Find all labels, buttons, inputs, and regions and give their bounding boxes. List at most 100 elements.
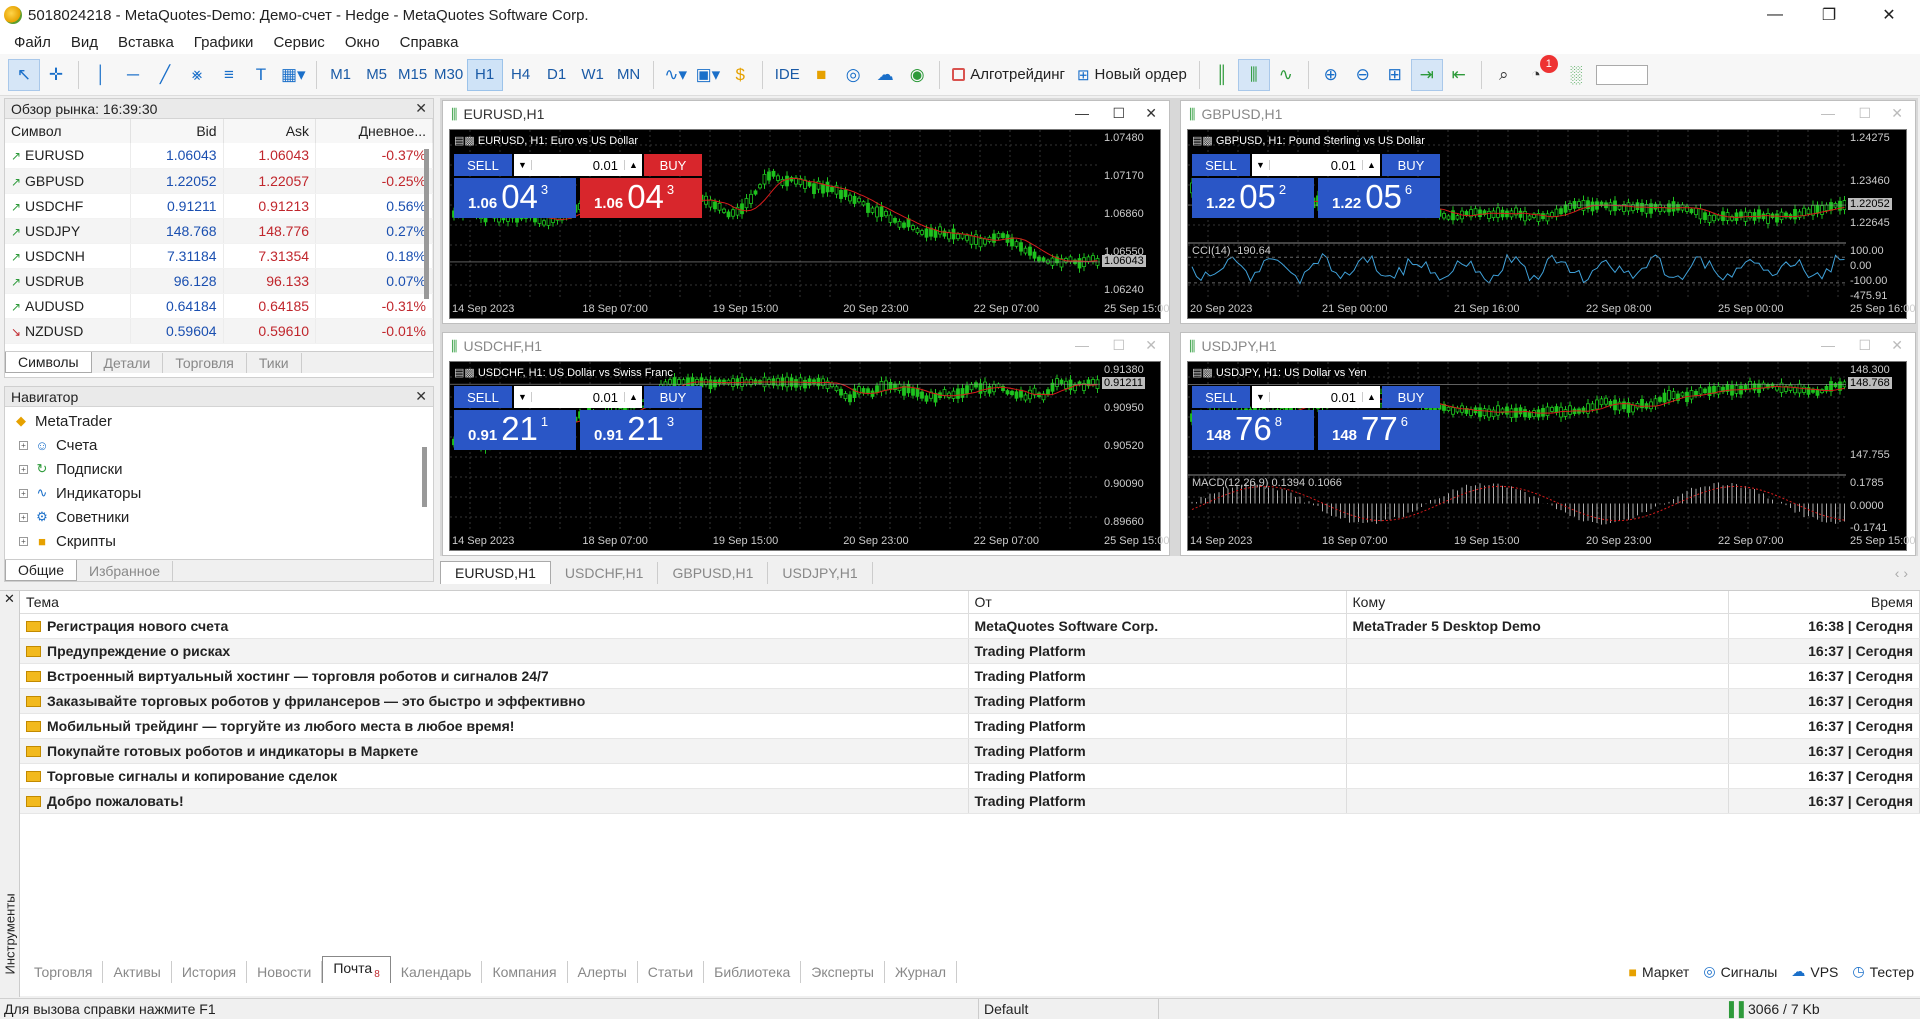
bar-chart-icon[interactable]: ║	[1206, 59, 1238, 91]
timeframe-d1[interactable]: D1	[539, 59, 575, 91]
chart-window-titlebar[interactable]: ⫼ EURUSD,H1 — ☐ ✕	[443, 101, 1169, 127]
timeframe-m1[interactable]: M1	[323, 59, 359, 91]
expand-icon[interactable]: +	[19, 512, 28, 522]
minimize-icon[interactable]: —	[1075, 105, 1089, 121]
mail-row[interactable]: Покупайте готовых роботов и индикаторы в…	[20, 738, 1920, 764]
toolbox-tab[interactable]: Компания	[482, 961, 568, 983]
chevron-down-icon[interactable]: ▼	[1252, 160, 1270, 170]
sell-button[interactable]: SELL	[1192, 154, 1250, 176]
toolbox-tab[interactable]: Эксперты	[801, 961, 885, 983]
mail-row[interactable]: Добро пожаловать! Trading Platform 16:37 |…	[20, 788, 1920, 814]
buy-price[interactable]: 1.06 04 3	[580, 178, 702, 218]
chart-tab-usdchf[interactable]: USDCHF,H1	[551, 562, 659, 584]
algotrading-button[interactable]: Алготрейдинг	[946, 59, 1071, 91]
nav-root[interactable]: ◆ MetaTrader	[13, 409, 425, 433]
tab-favorites[interactable]: Избранное	[77, 561, 173, 581]
tab-details[interactable]: Детали	[92, 353, 164, 373]
col-subject[interactable]: Тема	[20, 591, 969, 614]
chevron-down-icon[interactable]: ▼	[514, 392, 532, 402]
sell-price[interactable]: 148 76 8	[1192, 410, 1314, 450]
chart-window-usdjpy[interactable]: ⫼ USDJPY,H1 — ☐ ✕ ▤▩ USDJPY, H1: US Doll…	[1180, 332, 1916, 556]
mail-row[interactable]: Торговые сигналы и копирование сделок Tra…	[20, 763, 1920, 789]
trendline-icon[interactable]: ╱	[149, 59, 181, 91]
menu-insert[interactable]: Вставка	[108, 34, 184, 51]
signals-icon[interactable]: ◎	[837, 59, 869, 91]
close-icon[interactable]: ✕	[1891, 337, 1903, 354]
market-bag-icon[interactable]: ■	[805, 59, 837, 91]
market-watch-scrollbar[interactable]	[424, 149, 429, 299]
lot-value[interactable]: 0.01	[532, 390, 624, 405]
chart-tab-gbpusd[interactable]: GBPUSD,H1	[658, 562, 769, 584]
lot-stepper[interactable]: ▼ 0.01 ▲	[1252, 154, 1380, 176]
buy-button[interactable]: BUY	[644, 386, 702, 408]
indicators-icon[interactable]: ∿▾	[660, 59, 692, 91]
mail-row[interactable]: Предупреждение о рисках Trading Platform 1…	[20, 638, 1920, 664]
cursor-icon[interactable]: ↖	[8, 58, 40, 91]
expand-icon[interactable]: +	[19, 488, 28, 498]
minimize-icon[interactable]: —	[1821, 337, 1835, 353]
toolbox-tab[interactable]: Алерты	[568, 961, 638, 983]
channel-icon[interactable]: ≡	[213, 59, 245, 91]
col-to[interactable]: Кому	[1346, 591, 1729, 614]
horizontal-line-icon[interactable]: ─	[117, 59, 149, 91]
sell-button[interactable]: SELL	[454, 154, 512, 176]
chart-tab-eurusd[interactable]: EURUSD,H1	[440, 561, 551, 584]
chart-canvas[interactable]: ▤▩ EURUSD, H1: Euro vs US Dollar 1.07480 1…	[449, 129, 1169, 319]
toolbar-search-field[interactable]	[1595, 64, 1648, 85]
buy-price[interactable]: 0.91 21 3	[580, 410, 702, 450]
mail-row[interactable]: Встроенный виртуальный хостинг — торговл…	[20, 663, 1920, 689]
market-watch-row[interactable]: ↗ USDCHF 0.91211 0.91213 0.56%	[5, 193, 433, 219]
lot-stepper[interactable]: ▼ 0.01 ▲	[514, 386, 642, 408]
chart-window-gbpusd[interactable]: ⫼ GBPUSD,H1 — ☐ ✕ ▤▩ GBPUSD, H1: Pound S…	[1180, 100, 1916, 324]
close-icon[interactable]: ✕	[1891, 105, 1903, 122]
lot-value[interactable]: 0.01	[1270, 158, 1362, 173]
lot-stepper[interactable]: ▼ 0.01 ▲	[514, 154, 642, 176]
market-watch-row[interactable]: ↗ USDRUB 96.128 96.133 0.07%	[5, 268, 433, 294]
chart-window-usdchf[interactable]: ⫼ USDCHF,H1 — ☐ ✕ ▤▩ USDCHF, H1: US Doll…	[442, 332, 1170, 556]
nav-accounts[interactable]: + ☺ Счета	[13, 433, 425, 457]
maximize-icon[interactable]: ☐	[1112, 337, 1125, 354]
minimize-icon[interactable]: —	[1752, 0, 1798, 30]
toolbox-tab[interactable]: Новости	[247, 961, 323, 983]
chart-canvas[interactable]: ▤▩ USDJPY, H1: US Dollar vs Yen 148.300 14…	[1187, 361, 1915, 551]
expand-icon[interactable]: +	[19, 440, 28, 450]
nav-subscriptions[interactable]: + ↻ Подписки	[13, 457, 425, 481]
templates-icon[interactable]: ▣▾	[692, 59, 725, 91]
navigator-scrollbar[interactable]	[422, 447, 427, 507]
lot-stepper[interactable]: ▼ 0.01 ▲	[1252, 386, 1380, 408]
autoscroll-icon[interactable]: ⇥	[1410, 58, 1443, 91]
nav-experts[interactable]: + ⚙ Советники	[13, 505, 425, 529]
chevron-up-icon[interactable]: ▲	[624, 392, 642, 402]
chart-canvas[interactable]: ▤▩ USDCHF, H1: US Dollar vs Swiss Franc 0…	[449, 361, 1169, 551]
market-watch-row[interactable]: ↗ USDJPY 148.768 148.776 0.27%	[5, 218, 433, 244]
chart-shift-icon[interactable]: ⇤	[1443, 59, 1475, 91]
dollar-icon[interactable]: $	[724, 59, 756, 91]
chevron-up-icon[interactable]: ▲	[1362, 392, 1380, 402]
buy-price[interactable]: 1.22 05 6	[1318, 178, 1440, 218]
tab-symbols[interactable]: Символы	[5, 352, 92, 373]
close-icon[interactable]: ✕	[4, 591, 15, 607]
nav-scripts[interactable]: + ■ Скрипты	[13, 529, 425, 553]
col-from[interactable]: От	[968, 591, 1347, 614]
tab-common[interactable]: Общие	[5, 560, 78, 581]
mail-row[interactable]: Заказывайте торговых роботов у фрилансер…	[20, 688, 1920, 714]
expand-icon[interactable]: +	[19, 464, 28, 474]
close-icon[interactable]: ✕	[1866, 0, 1912, 30]
menu-file[interactable]: Файл	[4, 34, 61, 51]
minimize-icon[interactable]: —	[1075, 337, 1089, 353]
toolbox-tab[interactable]: Торговля	[24, 961, 104, 983]
menu-view[interactable]: Вид	[61, 34, 108, 51]
tile-windows-icon[interactable]: ⊞	[1379, 59, 1411, 91]
market-button[interactable]: ■ Маркет	[1628, 964, 1689, 980]
lot-value[interactable]: 0.01	[1270, 390, 1362, 405]
market-watch-row[interactable]: ↗ AUDUSD 0.64184 0.64185 -0.31%	[5, 293, 433, 319]
toolbox-tab[interactable]: Почта 8	[322, 956, 391, 983]
zoom-in-icon[interactable]: ⊕	[1315, 59, 1347, 91]
search-icon[interactable]: ⌕	[1488, 59, 1520, 91]
community-icon[interactable]: ◉	[901, 59, 933, 91]
market-watch-row[interactable]: ↗ GBPUSD 1.22052 1.22057 -0.25%	[5, 168, 433, 194]
market-watch-row[interactable]: ↗ USDCNH 7.31184 7.31354 0.18%	[5, 243, 433, 269]
toolbox-tab[interactable]: История	[172, 961, 248, 983]
toolbox-tab[interactable]: Библиотека	[704, 961, 802, 983]
zoom-out-icon[interactable]: ⊖	[1347, 59, 1379, 91]
